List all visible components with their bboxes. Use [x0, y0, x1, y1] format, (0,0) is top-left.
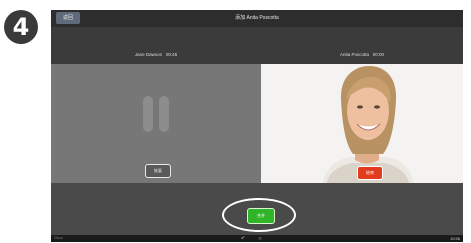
merge-area: 合并 [51, 183, 463, 235]
participants-bar: Jane Dawson 00:45 Anita Poscotta 00:00 [51, 48, 463, 64]
left-participant-label: Jane Dawson 00:45 [51, 52, 261, 57]
step-number-badge: 4 [4, 10, 38, 44]
merge-button[interactable]: 合并 [247, 208, 275, 224]
left-participant-duration: 00:45 [165, 52, 178, 57]
left-participant-name: Jane Dawson [134, 52, 163, 57]
resume-button[interactable]: 恢复 [145, 164, 171, 178]
status-time: 10:56 [449, 236, 460, 241]
home-icon[interactable]: ○ [258, 235, 262, 243]
tablet-screen: 返回 添加 Anita Poscotta Jane Dawson 00:45 A… [51, 10, 463, 242]
page-title: 添加 Anita Poscotta [235, 15, 279, 21]
active-call-video: 结束 [261, 64, 463, 183]
title-bar: 返回 添加 Anita Poscotta [51, 10, 463, 27]
right-participant-label: Anita Poscotta 00:00 [261, 52, 463, 57]
system-nav-bar: Cisco ⤶ ○ 10:56 [51, 235, 463, 242]
pause-icon-bar-left [143, 96, 153, 132]
pause-icon-bar-right [159, 96, 169, 132]
back-arrow-icon[interactable]: ⤶ [241, 234, 244, 242]
right-participant-name: Anita Poscotta [339, 52, 369, 57]
end-call-button[interactable]: 结束 [357, 166, 383, 180]
nav-left-label: Cisco [54, 236, 63, 240]
held-call-panel: 恢复 [51, 64, 261, 183]
right-participant-duration: 00:00 [372, 52, 385, 57]
